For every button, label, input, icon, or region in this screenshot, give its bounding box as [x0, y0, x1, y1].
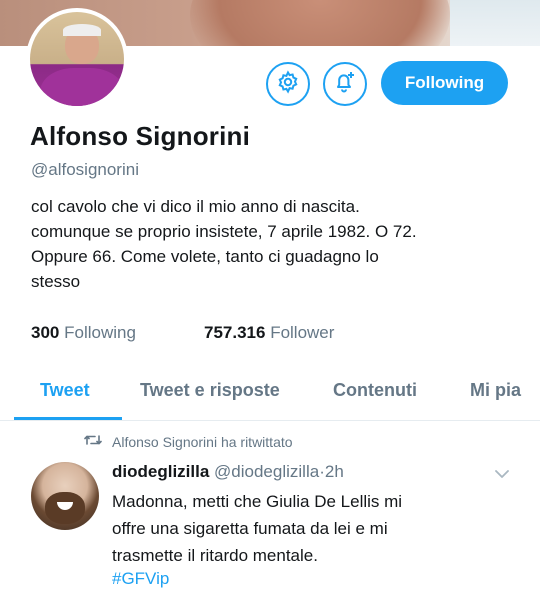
following-stat[interactable]: 300 Following — [31, 323, 136, 343]
avatar-body — [40, 68, 124, 106]
chevron-down-icon[interactable] — [494, 466, 510, 484]
tab-contenuti[interactable]: Contenuti — [333, 380, 417, 401]
tab-tweet-e-risposte[interactable]: Tweet e risposte — [140, 380, 280, 401]
tweet-hashtag[interactable]: #GFVip — [112, 569, 169, 589]
following-label: Following — [64, 323, 136, 342]
gear-icon — [276, 69, 300, 99]
tweet-text-line: trasmette il ritardo mentale. — [112, 546, 318, 565]
bio-line: comunque se proprio insistete, 7 aprile … — [31, 222, 417, 241]
follower-label: Follower — [270, 323, 335, 342]
profile-avatar[interactable] — [26, 8, 128, 110]
tweet-header: diodeglizilla @diodeglizilla·2h — [112, 462, 344, 482]
bell-plus-icon — [332, 69, 358, 100]
profile-bio: col cavolo che vi dico il mio anno di na… — [31, 194, 531, 294]
following-count: 300 — [31, 323, 60, 342]
tweet-text-line: offre una sigaretta fumata da lei e mi — [112, 519, 388, 538]
tweet-author-name[interactable]: diodeglizilla — [112, 462, 209, 481]
bio-line: Oppure 66. Come volete, tanto ci guadagn… — [31, 247, 379, 266]
banner-photo-shoulder — [190, 0, 450, 46]
banner-photo-background — [450, 0, 540, 46]
bio-line: col cavolo che vi dico il mio anno di na… — [31, 197, 360, 216]
settings-button[interactable] — [266, 62, 310, 106]
following-button[interactable]: Following — [381, 61, 508, 105]
bio-line: stesso — [31, 272, 81, 291]
profile-name: Alfonso Signorini — [30, 121, 251, 151]
tweet-text: Madonna, metti che Giulia De Lellis mi o… — [112, 488, 522, 569]
tweet-author-avatar[interactable] — [31, 462, 99, 530]
avatar-hair — [63, 24, 101, 36]
profile-tabs: Tweet Tweet e risposte Contenuti Mi pia — [0, 366, 540, 421]
retweet-indicator: Alfonso Signorini ha ritwittato — [84, 433, 293, 450]
retweet-icon — [84, 433, 102, 450]
tweet-author-handle[interactable]: @diodeglizilla — [214, 462, 319, 481]
follower-count: 757.316 — [204, 323, 266, 342]
tweet-time[interactable]: 2h — [325, 462, 344, 481]
tweet-text-line: Madonna, metti che Giulia De Lellis mi — [112, 492, 403, 511]
active-tab-indicator — [14, 417, 122, 420]
notifications-button[interactable] — [323, 62, 367, 106]
follower-stat[interactable]: 757.316 Follower — [204, 323, 334, 343]
retweet-note: Alfonso Signorini ha ritwittato — [112, 433, 293, 450]
tab-mi-piace[interactable]: Mi pia — [470, 380, 521, 401]
profile-handle: @alfosignorini — [31, 160, 139, 179]
tab-tweet[interactable]: Tweet — [40, 380, 90, 401]
